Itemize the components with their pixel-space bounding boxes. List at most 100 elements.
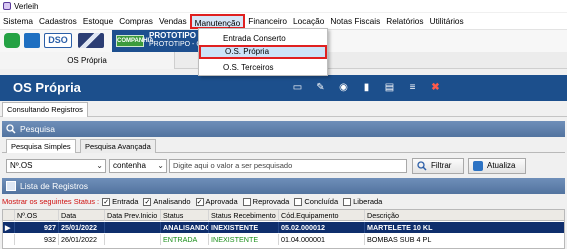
print-icon[interactable]: ▤ xyxy=(382,80,397,95)
search-field-select[interactable]: Nº.OS ⌄ xyxy=(6,159,106,173)
menu-notas-fiscais[interactable]: Notas Fiscais xyxy=(327,14,383,29)
menu-cadastros[interactable]: Cadastros xyxy=(36,14,80,29)
delete-icon[interactable]: ▮ xyxy=(359,80,374,95)
checkbox-label: Aprovada xyxy=(205,197,238,206)
cell-status-recebimento: INEXISTENTE xyxy=(209,222,279,233)
form-subtabs: Consultando Registros xyxy=(0,101,567,117)
form-header: OS Própria ▭ ✎ ◉ ▮ ▤ ≡ ✖ xyxy=(0,75,567,101)
menu-sistema[interactable]: Sistema xyxy=(0,14,36,29)
chevron-down-icon: ⌄ xyxy=(157,161,164,170)
menu-compras[interactable]: Compras xyxy=(116,14,156,29)
app-icon xyxy=(3,2,11,10)
checkbox-label: Analisando xyxy=(153,197,191,206)
status-checkbox-aprovada[interactable]: ✓ Aprovada xyxy=(195,196,238,208)
edit-icon[interactable]: ✎ xyxy=(313,80,328,95)
cell-prev-inicio xyxy=(105,234,161,245)
checkbox-label: Reprovada xyxy=(252,197,290,206)
cell-cod-equipamento: 05.02.000012 xyxy=(279,222,365,233)
view-icon[interactable]: ◉ xyxy=(336,80,351,95)
menu-financeiro[interactable]: Financeiro xyxy=(245,14,290,29)
cell-descricao: BOMBAS SUB 4 PL xyxy=(367,235,432,244)
search-field-value: Nº.OS xyxy=(10,161,33,170)
column-header-data[interactable]: Data xyxy=(59,210,105,221)
checkbox-checked: ✓ xyxy=(102,198,111,206)
cell-status-recebimento: INEXISTENTE xyxy=(209,234,279,245)
list-section-title: Lista de Registros xyxy=(20,181,89,191)
table-icon xyxy=(6,181,16,191)
table-row[interactable]: ▶ 927 25/01/2022 ANALISANDO INEXISTENTE … xyxy=(3,222,564,233)
list-section-header: Lista de Registros xyxy=(2,178,565,194)
column-header-cod-equipamento[interactable]: Cód.Equipamento xyxy=(279,210,365,221)
menu-estoque[interactable]: Estoque xyxy=(80,14,116,29)
search-section-title: Pesquisa xyxy=(20,124,55,134)
menu-icon[interactable]: ≡ xyxy=(405,80,420,95)
refresh-button-label: Atualiza xyxy=(487,161,516,170)
status-filter-label: Mostrar os seguintes Status : xyxy=(2,197,100,206)
search-operator-select[interactable]: contenha ⌄ xyxy=(109,159,167,173)
tab-pesquisa-simples[interactable]: Pesquisa Simples xyxy=(6,139,76,153)
dropdown-item-os-propria[interactable]: O.S. Própria xyxy=(199,45,327,59)
filter-button[interactable]: Filtrar xyxy=(412,158,464,174)
column-header-descricao[interactable]: Descrição xyxy=(365,210,564,221)
column-header-os[interactable]: Nº.OS xyxy=(15,210,59,221)
cell-cod-equipamento: 01.04.000001 xyxy=(279,234,365,245)
row-indicator-icon: ▶ xyxy=(3,222,15,233)
tab-pesquisa-avancada[interactable]: Pesquisa Avançada xyxy=(80,139,156,153)
records-grid: Nº.OS Data Data Prev.Inicio Status Statu… xyxy=(2,209,565,249)
status-checkbox-analisando[interactable]: ✓ Analisando xyxy=(143,196,191,208)
table-row[interactable]: 932 26/01/2022 ENTRADA INEXISTENTE 01.04… xyxy=(3,234,564,245)
tab-consultando-registros[interactable]: Consultando Registros xyxy=(2,102,88,117)
search-tabs: Pesquisa Simples Pesquisa Avançada xyxy=(2,137,565,153)
money-icon: COMPANHIA xyxy=(116,35,154,47)
status-filter-row: Mostrar os seguintes Status : ✓ Entrada ✓… xyxy=(2,196,565,208)
teamviewer-icon[interactable] xyxy=(24,33,40,48)
cell-data: 26/01/2022 xyxy=(59,234,105,245)
header-indicator xyxy=(3,210,15,221)
status-checkbox-liberada[interactable]: Liberada xyxy=(343,196,382,208)
menu-locacao[interactable]: Locação xyxy=(290,14,327,29)
column-header-prev-inicio[interactable]: Data Prev.Inicio xyxy=(105,210,161,221)
title-bar: Verleih xyxy=(0,0,567,12)
menu-utilitarios[interactable]: Utilitários xyxy=(427,14,467,29)
window-tab-os-propria[interactable]: OS Própria xyxy=(0,52,175,69)
dropdown-item-entrada-conserto[interactable]: Entrada Conserto xyxy=(199,32,327,46)
search-icon xyxy=(417,161,427,171)
column-header-status[interactable]: Status xyxy=(161,210,209,221)
cell-descricao: MARTELETE 10 KL xyxy=(367,223,433,232)
refresh-button[interactable]: Atualiza xyxy=(468,158,526,174)
menu-relatorios[interactable]: Relatórios xyxy=(383,14,426,29)
cell-data: 25/01/2022 xyxy=(59,222,105,233)
menu-vendas[interactable]: Vendas xyxy=(156,14,190,29)
column-header-status-recebimento[interactable]: Status Recebimento xyxy=(209,210,279,221)
company-logo-icon[interactable] xyxy=(78,33,104,48)
whatsapp-icon[interactable] xyxy=(4,33,20,48)
magnifier-icon xyxy=(6,124,16,134)
checkbox-label: Concluída xyxy=(304,197,339,206)
filter-button-label: Filtrar xyxy=(431,161,452,170)
row-indicator xyxy=(3,234,15,245)
close-icon[interactable]: ✖ xyxy=(428,80,443,95)
dso-logo-icon[interactable]: DSO xyxy=(44,33,72,48)
search-section-header: Pesquisa xyxy=(2,121,565,137)
dropdown-item-os-terceiros[interactable]: O.S. Terceiros xyxy=(199,61,327,75)
status-checkbox-concluida[interactable]: Concluída xyxy=(294,196,338,208)
search-input[interactable]: Digite aqui o valor a ser pesquisado xyxy=(169,159,407,173)
checkbox-unchecked xyxy=(343,198,352,206)
status-checkbox-entrada[interactable]: ✓ Entrada xyxy=(102,196,138,208)
cell-os: 927 xyxy=(15,222,59,233)
checkbox-checked: ✓ xyxy=(195,198,204,206)
checkbox-checked: ✓ xyxy=(143,198,152,206)
status-checkbox-reprovada[interactable]: Reprovada xyxy=(242,196,290,208)
cell-prev-inicio xyxy=(105,222,161,233)
new-record-icon[interactable]: ▭ xyxy=(290,80,305,95)
checkbox-label: Entrada xyxy=(112,197,139,206)
app-title: Verleih xyxy=(14,1,39,11)
menu-manutencao[interactable]: Manutenção xyxy=(189,13,246,29)
search-operator-value: contenha xyxy=(113,161,146,170)
cell-status: ENTRADA xyxy=(161,234,209,245)
checkbox-unchecked xyxy=(242,198,251,206)
cell-status: ANALISANDO xyxy=(163,222,209,233)
refresh-icon xyxy=(473,161,483,171)
cell-os: 932 xyxy=(15,234,59,245)
chevron-down-icon: ⌄ xyxy=(96,161,103,170)
